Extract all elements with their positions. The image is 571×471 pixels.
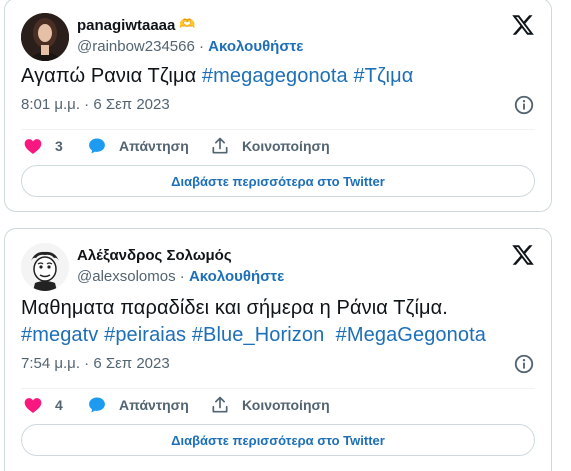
tweet-date[interactable]: 6 Σεπ 2023: [93, 355, 169, 372]
tweet-card[interactable]: panagiwtaaaa 🫶 @rainbow234566 · Ακολουθήσ…: [4, 0, 552, 212]
avatar-photo-icon: [21, 13, 69, 61]
x-logo-icon[interactable]: [511, 243, 535, 267]
tweet-meta: 7:54 μ.μ. · 6 Σεπ 2023: [21, 354, 535, 374]
tweet-text: Μαθηματα παραδίδει και σήμερα η Ράνια Τζ…: [21, 295, 535, 349]
divider: [21, 129, 535, 130]
reply-label: Απάντηση: [119, 138, 189, 154]
hashtag-link[interactable]: #megagegonota: [202, 65, 348, 87]
speech-bubble-icon: [89, 397, 105, 413]
share-upload-icon: [212, 396, 228, 413]
separator: ·: [179, 268, 185, 285]
author-info: Αλέξανδρος Σολωμός @alexsolomos · Ακολου…: [77, 246, 284, 287]
like-count: 3: [55, 138, 63, 154]
reply-label: Απάντηση: [119, 397, 189, 413]
hashtag-link[interactable]: #Τζιμα: [353, 65, 413, 87]
tweet-actions: 4 Απάντηση Κοινοποίηση: [21, 393, 535, 417]
tweet-header: panagiwtaaaa 🫶 @rainbow234566 · Ακολουθήσ…: [21, 13, 535, 61]
author-info: panagiwtaaaa 🫶 @rainbow234566 · Ακολουθήσ…: [77, 16, 303, 57]
read-more-button[interactable]: Διαβάστε περισσότερα στο Twitter: [21, 424, 535, 456]
tweet-text-plain: Μαθηματα παραδίδει και σήμερα η Ράνια Τζ…: [21, 297, 448, 319]
like-button[interactable]: 4: [23, 393, 63, 417]
hashtag-link[interactable]: #megatv: [21, 324, 98, 346]
hashtag-link[interactable]: #Blue_Horizon: [192, 324, 325, 346]
handle-line: @rainbow234566 · Ακολουθήστε: [77, 37, 303, 57]
tweet-date[interactable]: 6 Σεπ 2023: [93, 96, 169, 113]
reply-button[interactable]: Απάντηση: [87, 134, 189, 158]
tweet-card[interactable]: Αλέξανδρος Σολωμός @alexsolomos · Ακολου…: [4, 228, 552, 471]
share-button[interactable]: Κοινοποίηση: [210, 134, 330, 158]
info-icon[interactable]: [513, 94, 535, 116]
avatar[interactable]: [21, 13, 69, 61]
speech-bubble-icon: [89, 138, 105, 154]
read-more-button[interactable]: Διαβάστε περισσότερα στο Twitter: [21, 165, 535, 197]
avatar[interactable]: [21, 243, 69, 291]
info-icon[interactable]: [513, 353, 535, 375]
like-count: 4: [55, 397, 63, 413]
follow-link[interactable]: Ακολουθήστε: [189, 268, 284, 285]
tweet-time[interactable]: 8:01 μ.μ.: [21, 96, 80, 113]
tweet-meta: 8:01 μ.μ. · 6 Σεπ 2023: [21, 95, 535, 115]
handle-line: @alexsolomos · Ακολουθήστε: [77, 267, 284, 287]
x-logo-icon[interactable]: [511, 13, 535, 37]
tweet-header: Αλέξανδρος Σολωμός @alexsolomos · Ακολου…: [21, 243, 535, 291]
share-upload-icon: [212, 137, 228, 154]
display-name[interactable]: panagiwtaaaa: [77, 16, 175, 36]
reply-button[interactable]: Απάντηση: [87, 393, 189, 417]
share-label: Κοινοποίηση: [242, 397, 330, 413]
heart-icon: [24, 139, 42, 154]
heart-hands-emoji-icon: 🫶: [179, 16, 196, 31]
display-name[interactable]: Αλέξανδρος Σολωμός: [77, 246, 232, 266]
handle[interactable]: @rainbow234566: [77, 38, 195, 55]
share-label: Κοινοποίηση: [242, 138, 330, 154]
avatar-caricature-icon: [21, 243, 69, 291]
share-button[interactable]: Κοινοποίηση: [210, 393, 330, 417]
divider: [21, 388, 535, 389]
hashtag-link[interactable]: #peiraias: [104, 324, 186, 346]
tweet-actions: 3 Απάντηση Κοινοποίηση: [21, 134, 535, 158]
separator: ·: [198, 38, 204, 55]
heart-icon: [24, 398, 42, 413]
follow-link[interactable]: Ακολουθήστε: [208, 38, 303, 55]
tweet-time[interactable]: 7:54 μ.μ.: [21, 355, 80, 372]
handle[interactable]: @alexsolomos: [77, 268, 176, 285]
tweet-text: Αγαπώ Ρανια Τζιμα #megagegonota #Τζιμα: [21, 63, 535, 90]
hashtag-link[interactable]: #MegaGegonota: [336, 324, 486, 346]
like-button[interactable]: 3: [23, 134, 63, 158]
tweet-text-plain: Αγαπώ Ρανια Τζιμα: [21, 65, 202, 87]
